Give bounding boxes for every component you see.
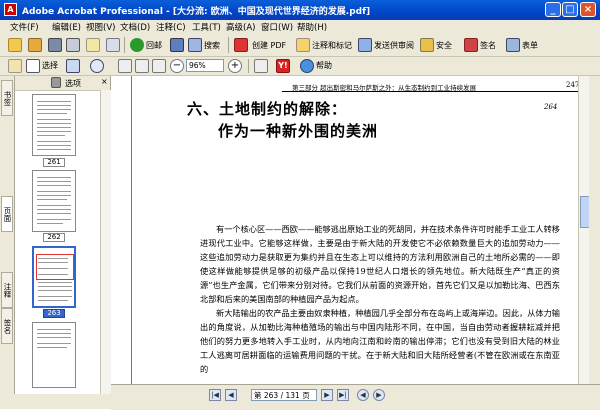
help-icon[interactable]	[300, 59, 314, 73]
send-review-icon[interactable]	[358, 38, 372, 52]
last-page-button[interactable]: ▶|	[337, 389, 349, 401]
print-icon[interactable]	[66, 38, 80, 52]
tab-pages[interactable]: 页面	[1, 196, 13, 232]
create-pdf-icon[interactable]	[234, 38, 248, 52]
view-toolbar: 选择 − 96% + Y! 帮助	[0, 57, 600, 76]
search-label[interactable]: 搜索	[204, 40, 220, 51]
forms-icon[interactable]	[506, 38, 520, 52]
thumbnail-scrollbar[interactable]	[100, 90, 111, 394]
next-page-button[interactable]: ▶	[321, 389, 333, 401]
forms-button[interactable]: 表单	[522, 40, 538, 51]
menu-advanced[interactable]: 高级(A)	[226, 21, 255, 33]
organizer-icon[interactable]	[28, 38, 42, 52]
sign-button[interactable]: 签名	[480, 40, 496, 51]
first-page-button[interactable]: |◀	[209, 389, 221, 401]
search-icon[interactable]	[188, 38, 202, 52]
previous-page-button[interactable]: ◀	[225, 389, 237, 401]
create-pdf-button[interactable]: 创建 PDF	[252, 40, 286, 51]
page-thumbnail-selected[interactable]	[32, 246, 76, 308]
handwritten-page-number: 264	[544, 103, 558, 111]
select-tool-icon[interactable]	[26, 59, 40, 73]
online-icon[interactable]	[130, 38, 144, 52]
paragraph: 有一个核心区——西欧——能够逃出原始工业的死胡同，并在技术条件许可时能手工业工人…	[200, 224, 560, 304]
body-text: 有一个核心区——西欧——能够逃出原始工业的死胡同，并在技术条件许可时能手工业工人…	[200, 222, 560, 376]
yahoo-icon[interactable]: Y!	[276, 59, 290, 73]
page-thumbnail[interactable]	[32, 94, 76, 156]
tab-signatures[interactable]: 签名	[1, 308, 13, 344]
actual-size-icon[interactable]	[118, 59, 132, 73]
pdf-page: 第三部分 超出斯密和马尔萨斯之外：从生态制约到工业持续发展 247 264 六、…	[131, 76, 589, 384]
menu-window[interactable]: 窗口(W)	[261, 21, 293, 33]
menu-edit[interactable]: 编辑(E)	[52, 21, 81, 33]
section-heading-line2: 作为一种新外围的美洲	[218, 122, 379, 140]
send-review-button[interactable]: 发送供审阅	[374, 40, 414, 51]
header-rule	[282, 91, 582, 92]
fit-width-icon[interactable]	[152, 59, 166, 73]
pages-panel: 选项 × 261 262 263	[15, 76, 111, 394]
window-title: Adobe Acrobat Professional - [大分流: 欧洲、中国…	[22, 7, 371, 17]
comment-markup-button[interactable]: 注释和标记	[312, 40, 352, 51]
main-toolbar: 回邮 搜索 创建 PDF 注释和标记 发送供审阅 安全 签名 表单	[0, 34, 600, 57]
thumbnail-label[interactable]: 262	[43, 233, 65, 242]
tab-comments[interactable]: 注释	[1, 272, 13, 308]
save-icon[interactable]	[48, 38, 62, 52]
menu-comments[interactable]: 注释(C)	[156, 21, 186, 33]
zoom-out-icon[interactable]: −	[170, 59, 184, 73]
sign-icon[interactable]	[464, 38, 478, 52]
snapshot-icon[interactable]	[66, 59, 80, 73]
document-view: 第三部分 超出斯密和马尔萨斯之外：从生态制约到工业持续发展 247 264 六、…	[111, 76, 589, 384]
select-tool-label[interactable]: 选择	[42, 60, 58, 71]
close-button[interactable]: ×	[580, 2, 596, 17]
page-thumbnail[interactable]	[32, 170, 76, 232]
online-label[interactable]: 回邮	[146, 40, 162, 51]
menu-document[interactable]: 文档(D)	[120, 21, 150, 33]
menu-file[interactable]: 文件(F)	[10, 21, 39, 33]
title-bar: A Adobe Acrobat Professional - [大分流: 欧洲、…	[0, 0, 600, 20]
menu-tools[interactable]: 工具(T)	[192, 21, 221, 33]
comment-icon[interactable]	[296, 38, 310, 52]
maximize-button[interactable]: □	[562, 2, 578, 17]
help-button[interactable]: 帮助	[316, 60, 332, 71]
scroll-thumb[interactable]	[580, 196, 589, 228]
rotate-icon[interactable]	[254, 59, 268, 73]
find-icon[interactable]	[170, 38, 184, 52]
fit-page-icon[interactable]	[135, 59, 149, 73]
trash-icon[interactable]	[51, 77, 61, 88]
zoom-tool-icon[interactable]	[90, 59, 104, 73]
section-heading-line1: 六、土地制约的解除：	[187, 100, 348, 118]
minimize-button[interactable]: _	[545, 2, 561, 17]
previous-view-button[interactable]: ◀	[357, 389, 369, 401]
thumbnail-label-selected[interactable]: 263	[43, 309, 65, 318]
navigation-tabs: 书签 页面 注释 签名	[0, 76, 15, 394]
acrobat-window: A Adobe Acrobat Professional - [大分流: 欧洲、…	[0, 0, 600, 410]
menu-bar: 文件(F) 编辑(E) 视图(V) 文档(D) 注释(C) 工具(T) 高级(A…	[0, 20, 600, 34]
pages-panel-header: 选项 ×	[15, 76, 110, 91]
document-scrollbar[interactable]	[578, 76, 589, 384]
open-folder-icon[interactable]	[8, 38, 22, 52]
close-panel-icon[interactable]: ×	[101, 77, 108, 86]
acrobat-app-icon: A	[4, 3, 17, 16]
hand-tool-icon[interactable]	[8, 59, 22, 73]
secure-button[interactable]: 安全	[436, 40, 452, 51]
menu-view[interactable]: 视图(V)	[86, 21, 115, 33]
thumbnail-label[interactable]: 261	[43, 158, 65, 167]
attach-icon[interactable]	[106, 38, 120, 52]
email-icon[interactable]	[86, 38, 100, 52]
page-number-field[interactable]: 第 263 / 131 页	[251, 389, 317, 401]
paragraph: 新大陆输出的农产品主要由奴隶种植，种植园几乎全部分布在岛屿上或海岸边。因此，从体…	[200, 308, 560, 374]
page-thumbnail[interactable]	[32, 322, 76, 388]
next-view-button[interactable]: ▶	[373, 389, 385, 401]
options-menu[interactable]: 选项	[65, 78, 81, 89]
tab-bookmarks[interactable]: 书签	[1, 80, 13, 116]
zoom-level-field[interactable]: 96%	[186, 59, 224, 72]
menu-help[interactable]: 帮助(H)	[297, 21, 327, 33]
zoom-in-icon[interactable]: +	[228, 59, 242, 73]
page-navigation-bar: |◀ ◀ 第 263 / 131 页 ▶ ▶| ◀ ▶	[111, 384, 600, 410]
lock-icon[interactable]	[420, 38, 434, 52]
